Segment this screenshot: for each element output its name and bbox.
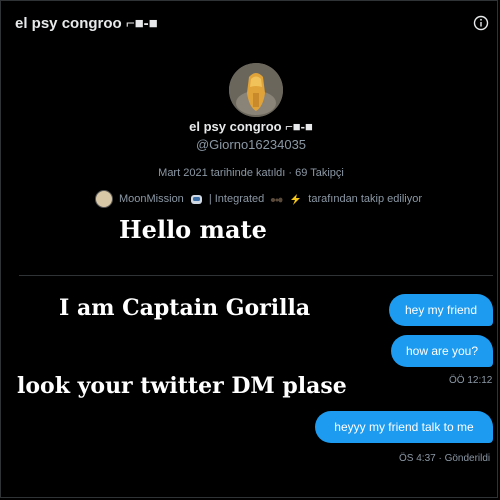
dm-conversation-panel: el psy congroo ⌐■-■ el psy congroo ⌐■-■ …: [0, 0, 498, 498]
overlay-caption-1: Hello mate: [119, 215, 267, 244]
follower-avatar: [95, 190, 113, 208]
conversation-title: el psy congroo ⌐■-■: [15, 15, 158, 32]
message-timestamp: ÖÖ 12:12: [449, 375, 493, 386]
overlay-caption-2: I am Captain Gorilla: [59, 295, 311, 321]
profile-handle[interactable]: @Giorno16234035: [1, 137, 500, 152]
message-timestamp: ÖS 4:37 · Gönderildi: [399, 453, 491, 464]
divider: [19, 275, 493, 276]
lightning-emoji-icon: [291, 193, 301, 205]
message-bubble[interactable]: how are you?: [391, 335, 493, 367]
info-circle-icon[interactable]: [473, 15, 489, 31]
profile-avatar[interactable]: [229, 63, 283, 117]
follower-name-rest: | Integrated: [208, 193, 265, 205]
followed-by-suffix: tarafından takip ediliyor: [308, 193, 422, 205]
follower-name: MoonMission: [119, 193, 184, 205]
ant-emoji-icon: [271, 197, 283, 202]
profile-meta: Mart 2021 tarihinde katıldı · 69 Takipçi: [158, 167, 344, 179]
followed-by-row[interactable]: MoonMission | Integrated tarafından taki…: [95, 189, 422, 209]
astronaut-emoji-icon: [190, 194, 202, 204]
message-bubble[interactable]: heyyy my friend talk to me: [315, 411, 493, 443]
profile-name[interactable]: el psy congroo ⌐■-■: [1, 119, 500, 134]
message-bubble[interactable]: hey my friend: [389, 294, 493, 326]
overlay-caption-3: look your twitter DM plase: [17, 373, 347, 399]
